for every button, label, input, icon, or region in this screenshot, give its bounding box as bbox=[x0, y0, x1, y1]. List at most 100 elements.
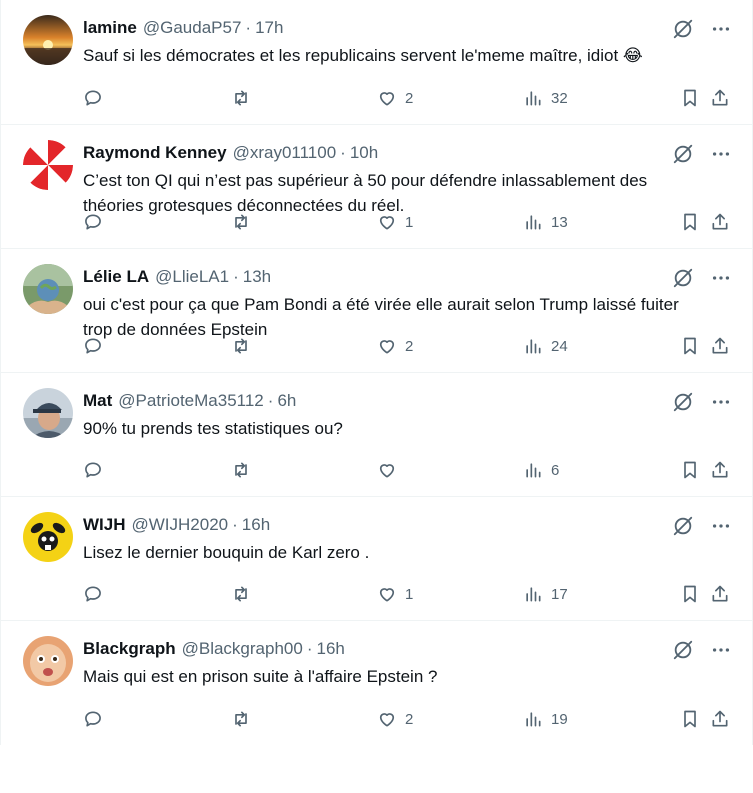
avatar[interactable] bbox=[23, 388, 73, 438]
yellow-rabbit-avatar-image bbox=[23, 512, 73, 562]
reply-button[interactable] bbox=[83, 459, 103, 481]
author-handle[interactable]: @LlieLA1 bbox=[155, 266, 229, 288]
retweet-button[interactable] bbox=[231, 708, 251, 730]
grok-icon[interactable] bbox=[672, 267, 694, 289]
author-name[interactable]: Blackgraph bbox=[83, 638, 176, 660]
more-icon[interactable] bbox=[710, 143, 732, 165]
like-button[interactable]: 1 bbox=[377, 211, 413, 233]
reply-button[interactable] bbox=[83, 211, 103, 233]
timestamp[interactable]: 13h bbox=[243, 266, 271, 288]
more-icon[interactable] bbox=[710, 515, 732, 537]
like-button[interactable]: 2 bbox=[377, 708, 413, 730]
tweet[interactable]: WIJH @WIJH2020 · 16h Lisez le dernier bo… bbox=[1, 497, 752, 621]
avatar[interactable] bbox=[23, 264, 73, 314]
share-button[interactable] bbox=[710, 459, 730, 481]
views-count: 13 bbox=[551, 213, 568, 231]
more-icon[interactable] bbox=[710, 18, 732, 40]
retweet-button[interactable] bbox=[231, 459, 251, 481]
reply-icon bbox=[85, 90, 101, 106]
timestamp[interactable]: 17h bbox=[255, 17, 283, 39]
grok-icon[interactable] bbox=[672, 18, 694, 40]
author-handle[interactable]: @PatrioteMa35112 bbox=[118, 390, 263, 412]
bookmark-icon bbox=[684, 89, 696, 107]
views-count: 6 bbox=[551, 461, 560, 479]
avatar[interactable] bbox=[23, 512, 73, 562]
author-name[interactable]: Raymond Kenney bbox=[83, 142, 227, 164]
separator-dot: · bbox=[267, 391, 274, 410]
author-handle[interactable]: @WIJH2020 bbox=[132, 514, 229, 536]
man-cap-avatar-image bbox=[23, 388, 73, 438]
reply-button[interactable] bbox=[83, 583, 103, 605]
views-count: 17 bbox=[551, 585, 568, 603]
grok-icon[interactable] bbox=[672, 143, 694, 165]
author-handle[interactable]: @GaudaP57 bbox=[143, 17, 242, 39]
like-button[interactable]: 1 bbox=[377, 583, 413, 605]
avatar[interactable] bbox=[23, 636, 73, 686]
tweet[interactable]: Blackgraph @Blackgraph00 · 16h Mais qui … bbox=[1, 621, 752, 745]
author-name[interactable]: WIJH bbox=[83, 514, 126, 536]
umbrella-logo-avatar-image bbox=[23, 140, 73, 190]
bookmark-button[interactable] bbox=[680, 583, 700, 605]
reply-button[interactable] bbox=[83, 87, 103, 109]
share-button[interactable] bbox=[710, 583, 730, 605]
more-icon[interactable] bbox=[710, 267, 732, 289]
like-button[interactable]: 2 bbox=[377, 87, 413, 109]
more-icon[interactable] bbox=[710, 391, 732, 413]
bookmark-button[interactable] bbox=[680, 708, 700, 730]
reply-button[interactable] bbox=[83, 708, 103, 730]
tweet[interactable]: Mat @PatrioteMa35112 · 6h 90% tu prends … bbox=[1, 373, 752, 497]
tweet[interactable]: Raymond Kenney @xray011100 · 10h C’est t… bbox=[1, 125, 752, 249]
bookmark-button[interactable] bbox=[680, 335, 700, 357]
grok-icon[interactable] bbox=[672, 639, 694, 661]
views-button[interactable]: 13 bbox=[523, 211, 568, 233]
retweet-icon bbox=[235, 90, 247, 106]
timestamp[interactable]: 16h bbox=[316, 638, 344, 660]
author-handle[interactable]: @xray011100 bbox=[233, 142, 337, 164]
views-button[interactable]: 19 bbox=[523, 708, 568, 730]
bookmark-icon bbox=[684, 461, 696, 479]
bookmark-button[interactable] bbox=[680, 211, 700, 233]
globe-hands-avatar-image bbox=[23, 264, 73, 314]
like-count: 2 bbox=[405, 337, 414, 355]
author-name[interactable]: Lélie LA bbox=[83, 266, 149, 288]
tweet-text: Sauf si les démocrates et les republicai… bbox=[83, 46, 643, 65]
avatar[interactable] bbox=[23, 15, 73, 65]
share-button[interactable] bbox=[710, 335, 730, 357]
retweet-button[interactable] bbox=[231, 211, 251, 233]
retweet-button[interactable] bbox=[231, 335, 251, 357]
like-button[interactable] bbox=[377, 459, 405, 481]
author-name[interactable]: Mat bbox=[83, 390, 112, 412]
reply-button[interactable] bbox=[83, 335, 103, 357]
timestamp[interactable]: 10h bbox=[350, 142, 378, 164]
reply-icon bbox=[85, 711, 101, 727]
views-button[interactable]: 24 bbox=[523, 335, 568, 357]
grok-icon[interactable] bbox=[672, 391, 694, 413]
like-icon bbox=[379, 713, 395, 727]
retweet-button[interactable] bbox=[231, 583, 251, 605]
bookmark-button[interactable] bbox=[680, 87, 700, 109]
views-button[interactable]: 6 bbox=[523, 459, 559, 481]
timestamp[interactable]: 6h bbox=[277, 390, 296, 412]
tweet[interactable]: Lélie LA @LlieLA1 · 13h oui c'est pour ç… bbox=[1, 249, 752, 373]
views-count: 32 bbox=[551, 89, 568, 107]
author-name[interactable]: lamine bbox=[83, 17, 137, 39]
views-icon bbox=[526, 587, 541, 602]
share-button[interactable] bbox=[710, 708, 730, 730]
bookmark-icon bbox=[684, 710, 696, 728]
avatar[interactable] bbox=[23, 140, 73, 190]
grok-icon[interactable] bbox=[672, 515, 694, 537]
more-icon[interactable] bbox=[710, 639, 732, 661]
views-button[interactable]: 32 bbox=[523, 87, 568, 109]
like-button[interactable]: 2 bbox=[377, 335, 413, 357]
share-button[interactable] bbox=[710, 87, 730, 109]
author-handle[interactable]: @Blackgraph00 bbox=[182, 638, 303, 660]
views-button[interactable]: 17 bbox=[523, 583, 568, 605]
like-icon bbox=[379, 340, 395, 354]
like-icon bbox=[379, 216, 395, 230]
tweet[interactable]: lamine @GaudaP57 · 17h Sauf si les démoc… bbox=[1, 0, 752, 125]
retweet-button[interactable] bbox=[231, 87, 251, 109]
bookmark-button[interactable] bbox=[680, 459, 700, 481]
views-icon bbox=[526, 215, 541, 230]
share-button[interactable] bbox=[710, 211, 730, 233]
timestamp[interactable]: 16h bbox=[242, 514, 270, 536]
